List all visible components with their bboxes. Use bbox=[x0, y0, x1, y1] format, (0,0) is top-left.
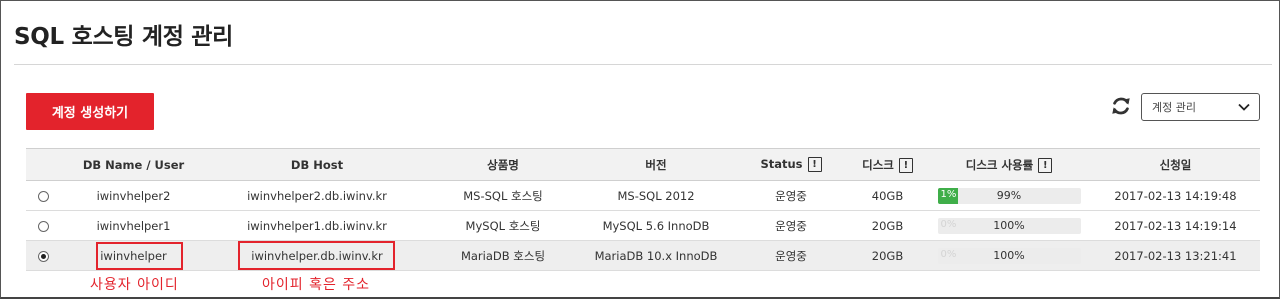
cell-usage: 0% 100% bbox=[927, 241, 1091, 271]
cell-product: MS-SQL 호스팅 bbox=[463, 188, 543, 203]
header-status-label: Status bbox=[760, 157, 803, 171]
usage-bar: 0% 100% bbox=[937, 217, 1081, 234]
host-highlight-box bbox=[238, 241, 395, 270]
user-id-annotation: 사용자 아이디 bbox=[90, 277, 179, 293]
chevron-down-icon bbox=[1238, 103, 1250, 111]
title-divider bbox=[14, 64, 1272, 65]
cell-product: MariaDB 호스팅 bbox=[460, 248, 546, 263]
cell-disk: 20GB bbox=[871, 248, 904, 263]
cell-usage: 1% 99% bbox=[927, 181, 1091, 211]
header-select bbox=[26, 149, 61, 181]
create-account-button[interactable]: 계정 생성하기 bbox=[26, 93, 154, 130]
account-table: DB Name / User DB Host 상품명 버전 Status! 디스… bbox=[26, 148, 1260, 271]
usage-label: 99% bbox=[996, 188, 1022, 202]
cell-version: MS-SQL 2012 bbox=[617, 188, 695, 203]
cell-disk: 20GB bbox=[871, 218, 904, 233]
refresh-icon[interactable] bbox=[1110, 95, 1132, 117]
header-date: 신청일 bbox=[1159, 157, 1192, 172]
row-radio-selected[interactable] bbox=[38, 250, 49, 262]
host-annotation: 아이피 혹은 주소 bbox=[262, 277, 371, 293]
user-id-highlight-box bbox=[96, 242, 183, 270]
usage-bar: 1% 99% bbox=[937, 187, 1081, 204]
row-radio[interactable] bbox=[38, 190, 49, 202]
header-host: DB Host bbox=[290, 157, 344, 172]
cell-name: iwinvhelper1 bbox=[96, 218, 171, 233]
header-usage-label: 디스크 사용률 bbox=[965, 157, 1034, 172]
cell-product: MySQL 호스팅 bbox=[465, 218, 541, 233]
select-value: 계정 관리 bbox=[1152, 101, 1196, 114]
cell-disk: 40GB bbox=[871, 188, 904, 203]
cell-host: iwinvhelper1.db.iwinv.kr bbox=[247, 218, 387, 233]
header-disk-label: 디스크 bbox=[862, 157, 894, 172]
table-header-row: DB Name / User DB Host 상품명 버전 Status! 디스… bbox=[26, 148, 1260, 181]
cell-name: iwinvhelper2 bbox=[96, 188, 171, 203]
page-title: SQL 호스팅 계정 관리 bbox=[14, 24, 234, 50]
usage-info-icon[interactable]: ! bbox=[1038, 157, 1053, 173]
cell-usage: 0% 100% bbox=[927, 211, 1091, 241]
table-row[interactable]: iwinvhelper1 iwinvhelper1.db.iwinv.kr My… bbox=[26, 211, 1260, 241]
header-disk: 디스크! bbox=[848, 149, 927, 181]
cell-status: 운영중 bbox=[775, 248, 807, 263]
header-name: DB Name / User bbox=[82, 157, 185, 172]
status-info-icon[interactable]: ! bbox=[807, 157, 822, 172]
header-status: Status! bbox=[734, 149, 848, 181]
cell-host: iwinvhelper2.db.iwinv.kr bbox=[247, 188, 387, 203]
account-action-select[interactable]: 계정 관리 bbox=[1141, 93, 1260, 121]
cell-date: 2017-02-13 14:19:14 bbox=[1114, 218, 1237, 233]
cell-date: 2017-02-13 13:21:41 bbox=[1114, 248, 1237, 263]
cell-date: 2017-02-13 14:19:48 bbox=[1114, 188, 1237, 203]
usage-label: 100% bbox=[993, 218, 1025, 232]
cell-status: 운영중 bbox=[775, 188, 807, 203]
disk-info-icon[interactable]: ! bbox=[898, 157, 913, 173]
cell-version: MariaDB 10.x InnoDB bbox=[594, 248, 718, 263]
usage-label: 100% bbox=[993, 248, 1025, 262]
row-radio[interactable] bbox=[38, 220, 49, 232]
table-row[interactable]: iwinvhelper2 iwinvhelper2.db.iwinv.kr MS… bbox=[26, 181, 1260, 211]
cell-version: MySQL 5.6 InnoDB bbox=[602, 218, 710, 233]
header-usage: 디스크 사용률! bbox=[927, 149, 1091, 181]
header-version: 버전 bbox=[645, 157, 667, 172]
header-product: 상품명 bbox=[487, 157, 519, 172]
usage-bar: 0% 100% bbox=[937, 247, 1081, 264]
table-row-selected[interactable]: iwinvhelper iwinvhelper.db.iwinv.kr Mari… bbox=[26, 240, 1260, 271]
cell-status: 운영중 bbox=[775, 218, 807, 233]
